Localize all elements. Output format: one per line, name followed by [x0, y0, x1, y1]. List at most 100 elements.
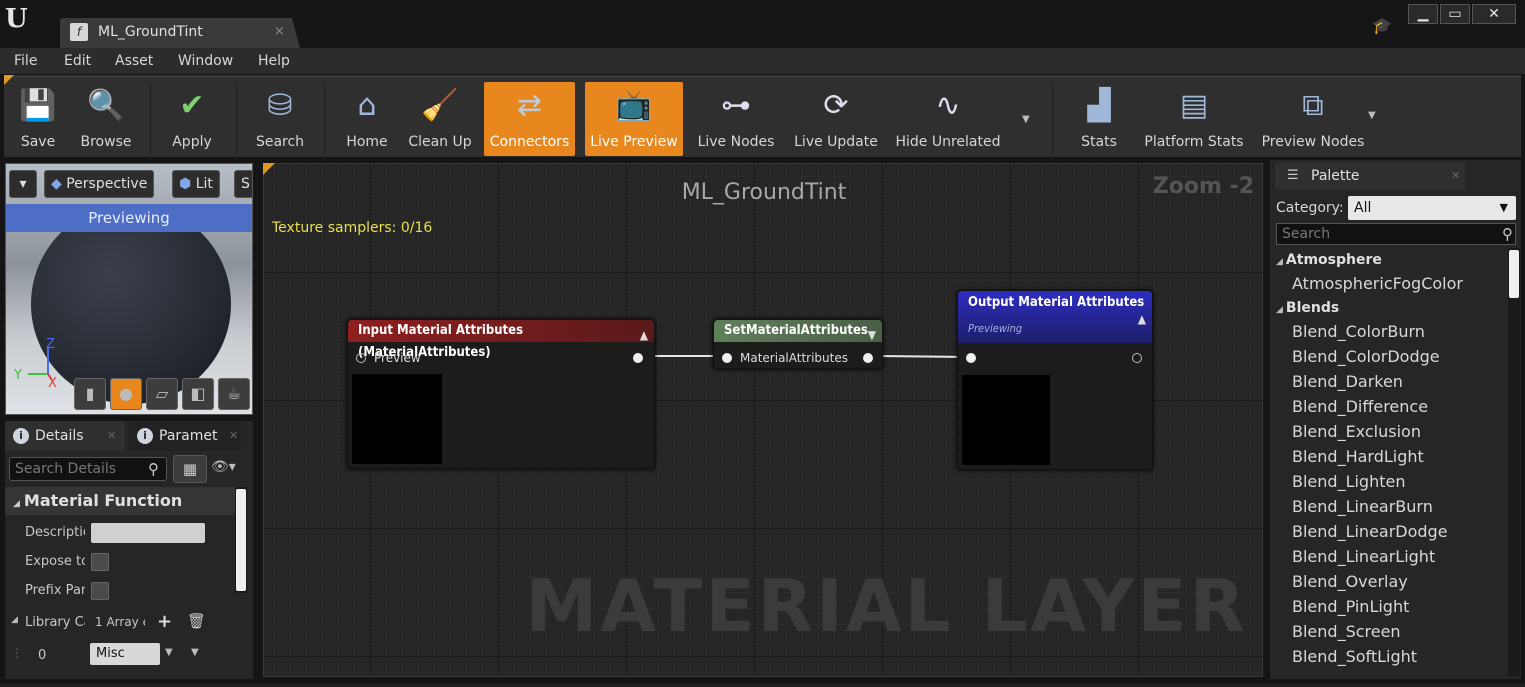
- tab-parameters[interactable]: i Paramet: [129, 421, 241, 451]
- drag-handle-icon[interactable]: ⋮: [11, 646, 23, 660]
- library-item-field[interactable]: Misc: [90, 643, 160, 665]
- lit-button[interactable]: ⬢ Lit: [172, 170, 220, 198]
- menu-window[interactable]: Window: [178, 53, 233, 69]
- material-graph[interactable]: ML_GroundTint Zoom -2 Texture samplers: …: [263, 163, 1263, 677]
- clean-up-button[interactable]: 🧹 Clean Up: [404, 82, 476, 156]
- set-material-attributes-node[interactable]: SetMaterialAttributes ▼ MaterialAttribut…: [713, 319, 883, 369]
- palette-item[interactable]: Blend_LinearDodge: [1292, 519, 1448, 544]
- teapot-preview-button[interactable]: ☕: [218, 378, 250, 410]
- material-attributes-input-pin[interactable]: [722, 353, 732, 363]
- close-window-button[interactable]: ✕: [1472, 4, 1516, 24]
- property-matrix-button[interactable]: ▦: [173, 455, 207, 483]
- palette-item[interactable]: Blend_LinearBurn: [1292, 494, 1433, 519]
- chevron-down-icon[interactable]: ▼: [1368, 110, 1376, 121]
- palette-category-atmosphere[interactable]: ◢ Atmosphere: [1276, 248, 1382, 272]
- palette-scrollbar[interactable]: [1508, 248, 1520, 676]
- palette-item[interactable]: Blend_Darken: [1292, 369, 1403, 394]
- viewport-options-button[interactable]: ▾: [9, 170, 37, 198]
- chevron-down-icon[interactable]: ▼: [191, 647, 199, 658]
- expose-row: Expose to: [5, 548, 237, 576]
- live-update-button[interactable]: ⟳ Live Update: [790, 82, 882, 156]
- input-material-attributes-node[interactable]: Input Material Attributes (MaterialAttri…: [347, 319, 655, 469]
- wire-set-to-output[interactable]: [871, 355, 971, 358]
- scrollbar-thumb[interactable]: [236, 489, 246, 591]
- home-button[interactable]: ⌂ Home: [336, 82, 398, 156]
- palette-item[interactable]: Blend_ColorBurn: [1292, 319, 1425, 344]
- palette-item[interactable]: Blend_Screen: [1292, 619, 1401, 644]
- live-nodes-button[interactable]: ⊶ Live Nodes: [692, 82, 780, 156]
- unreal-logo-icon[interactable]: U: [5, 4, 31, 34]
- close-tab-icon[interactable]: ✕: [1451, 162, 1460, 190]
- category-dropdown[interactable]: All ▼: [1348, 196, 1516, 220]
- search-button[interactable]: ⛁ Search: [248, 82, 312, 156]
- palette-item[interactable]: Blend_Overlay: [1292, 569, 1408, 594]
- palette-item[interactable]: Blend_HardLight: [1292, 444, 1424, 469]
- node-preview-thumbnail: [962, 375, 1050, 465]
- menu-help[interactable]: Help: [258, 53, 290, 69]
- palette-category-blends[interactable]: ◢ Blends: [1276, 296, 1339, 320]
- hide-unrelated-button[interactable]: ∿ Hide Unrelated: [892, 82, 1004, 156]
- collapse-triangle-icon[interactable]: ◢: [11, 615, 18, 625]
- graduation-cap-icon[interactable]: 🎓: [1372, 16, 1394, 35]
- palette-item[interactable]: Blend_LinearLight: [1292, 544, 1435, 569]
- tab-palette[interactable]: ☰ Palette ✕: [1275, 162, 1465, 190]
- description-field[interactable]: [91, 523, 205, 543]
- menu-file[interactable]: File: [14, 53, 37, 69]
- close-tab-icon[interactable]: ×: [274, 24, 285, 39]
- palette-item[interactable]: Blend_PinLight: [1292, 594, 1409, 619]
- stats-button[interactable]: ▟ Stats: [1070, 82, 1128, 156]
- eye-icon[interactable]: 👁▾: [211, 459, 236, 475]
- palette-search-input[interactable]: Search ⚲: [1276, 223, 1516, 245]
- details-search-input[interactable]: Search Details ⚲: [9, 457, 167, 481]
- collapse-arrow-icon[interactable]: ▼: [868, 324, 876, 346]
- close-tab-icon[interactable]: ✕: [229, 429, 238, 442]
- sphere-preview-button[interactable]: ●: [110, 378, 142, 410]
- output-pin[interactable]: [863, 353, 873, 363]
- palette-item[interactable]: Blend_Lighten: [1292, 469, 1405, 494]
- maximize-button[interactable]: ▭: [1440, 4, 1470, 24]
- save-button[interactable]: 💾 Save: [8, 82, 68, 156]
- output-material-attributes-node[interactable]: Output Material Attributes ▲ Previewing: [957, 290, 1153, 470]
- add-element-icon[interactable]: +: [157, 611, 172, 632]
- prefix-checkbox[interactable]: [91, 582, 109, 600]
- palette-item[interactable]: Blend_SoftLight: [1292, 644, 1417, 669]
- lit-icon: ⬢: [179, 176, 192, 192]
- browse-button[interactable]: 🔍 Browse: [74, 82, 138, 156]
- preview-viewport[interactable]: ▾ ◆ Perspective ⬢ Lit S Previewing Z Y X…: [5, 163, 253, 415]
- scrollbar-thumb[interactable]: [1509, 250, 1519, 298]
- trash-icon[interactable]: 🗑: [187, 612, 206, 630]
- preview-input-pin[interactable]: [356, 353, 366, 363]
- platform-stats-button[interactable]: ▤ Platform Stats: [1140, 82, 1248, 156]
- palette-item[interactable]: Blend_Exclusion: [1292, 419, 1421, 444]
- document-tab-title: ML_GroundTint: [98, 24, 203, 40]
- category-name: Atmosphere: [1285, 252, 1382, 268]
- show-button[interactable]: S: [234, 170, 252, 198]
- palette-item[interactable]: Blend_ColorDodge: [1292, 344, 1440, 369]
- output-input-pin[interactable]: [966, 353, 976, 363]
- preview-nodes-button[interactable]: ⧉ Preview Nodes: [1258, 82, 1368, 156]
- document-tab[interactable]: f ML_GroundTint ×: [60, 18, 300, 48]
- menu-edit[interactable]: Edit: [64, 53, 91, 69]
- cube-preview-button[interactable]: ◧: [182, 378, 214, 410]
- expose-checkbox[interactable]: [91, 553, 109, 571]
- palette-item[interactable]: Blend_Difference: [1292, 394, 1428, 419]
- details-scrollbar[interactable]: [235, 487, 247, 593]
- plane-preview-button[interactable]: ▱: [146, 378, 178, 410]
- menu-asset[interactable]: Asset: [115, 53, 153, 69]
- apply-button[interactable]: ✔ Apply: [160, 82, 224, 156]
- output-pin[interactable]: [633, 353, 643, 363]
- perspective-button[interactable]: ◆ Perspective: [44, 170, 155, 198]
- minimize-button[interactable]: ▁: [1408, 4, 1438, 24]
- chevron-down-icon[interactable]: ▼: [165, 647, 173, 658]
- cylinder-preview-button[interactable]: ▮: [74, 378, 106, 410]
- palette-item[interactable]: AtmosphericFogColor: [1292, 271, 1463, 296]
- live-preview-button[interactable]: 📺 Live Preview: [585, 82, 683, 156]
- connectors-button[interactable]: ⇄ Connectors: [484, 82, 575, 156]
- close-tab-icon[interactable]: ✕: [107, 429, 116, 442]
- category-header[interactable]: ◢ Material Function: [5, 487, 237, 515]
- output-result-pin[interactable]: [1132, 353, 1142, 363]
- save-icon: 💾: [19, 88, 57, 123]
- collapse-arrow-icon[interactable]: ▲: [640, 324, 648, 346]
- chevron-down-icon[interactable]: ▼: [1022, 114, 1030, 125]
- collapse-arrow-icon[interactable]: ▲: [1138, 309, 1146, 329]
